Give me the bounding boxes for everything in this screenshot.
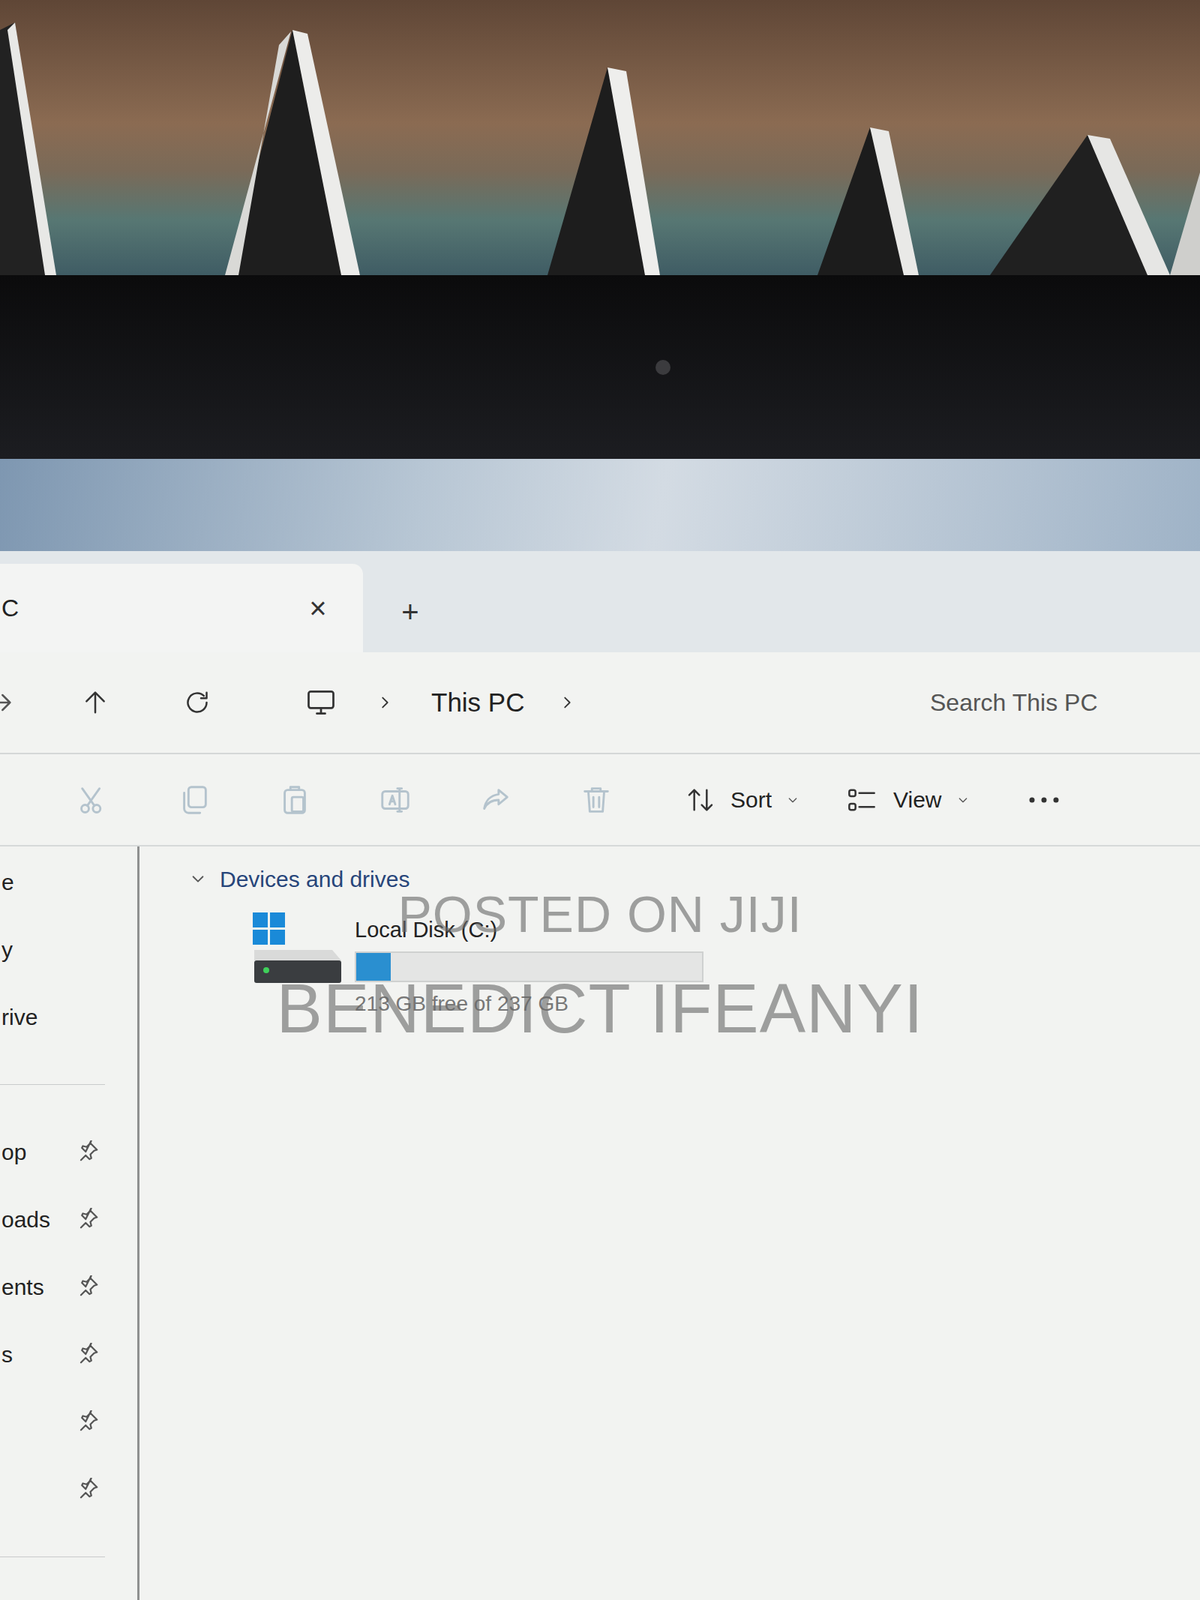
toolbar-action[interactable] <box>244 783 345 818</box>
drive-free-space: 213 GB free of 237 GB <box>354 988 704 1020</box>
sort-label[interactable]: Sort <box>730 783 772 817</box>
sidebar-item[interactable]: rive <box>0 983 138 1051</box>
file-explorer-window: C×+This PCSortVieweyriveopoadsentssDevic… <box>0 551 1200 1600</box>
explorer-tab[interactable]: C× <box>0 564 363 653</box>
sort-button[interactable]: Sort <box>685 783 799 817</box>
toolbar-action[interactable] <box>445 783 546 818</box>
up-arrow-icon[interactable] <box>80 687 111 718</box>
sidebar-item[interactable] <box>0 1455 138 1524</box>
drive-usage-bar <box>354 951 704 983</box>
sidebar-item[interactable]: s <box>0 1320 138 1389</box>
refresh-icon[interactable] <box>182 687 213 718</box>
background-photo <box>0 0 1200 276</box>
drive-tile[interactable]: Local Disk (C:) 213 GB free of 237 GB <box>249 911 1200 1020</box>
toolbar-action[interactable] <box>345 783 446 818</box>
pin-icon[interactable] <box>77 1208 100 1231</box>
pin-icon[interactable] <box>77 1140 100 1164</box>
toolbar-action[interactable] <box>546 783 647 818</box>
share-icon[interactable] <box>478 783 513 818</box>
webcam-icon <box>655 360 671 375</box>
view-icon[interactable] <box>845 785 879 816</box>
copy-icon[interactable] <box>177 783 212 818</box>
nav-separator <box>0 1523 138 1591</box>
sidebar-item-label[interactable]: y <box>1 933 13 967</box>
sidebar-item-label[interactable]: op <box>1 1135 27 1170</box>
group-header[interactable]: Devices and drives <box>189 846 1200 912</box>
search-box[interactable] <box>907 669 1200 737</box>
cut-icon[interactable] <box>76 783 111 818</box>
sidebar-item[interactable]: ents <box>0 1253 138 1321</box>
watermark-text: POSTED ON JIJI <box>397 888 802 940</box>
drive-info: Local Disk (C:) 213 GB free of 237 GB <box>354 911 704 1020</box>
content-pane: Devices and drives Local Disk (C:) 213 GB … <box>139 846 1200 1600</box>
address-bar: This PC <box>0 652 1200 755</box>
expand-chevron-icon[interactable] <box>189 870 207 888</box>
drive-icon[interactable] <box>249 911 348 987</box>
command-bar: Sort View <box>0 754 1200 847</box>
pin-icon[interactable] <box>77 1275 100 1299</box>
search-field[interactable] <box>928 684 1200 722</box>
sidebar-item[interactable]: oads <box>0 1185 138 1254</box>
screen-bezel <box>0 275 1200 459</box>
view-button[interactable]: View <box>845 783 969 817</box>
close-tab-button[interactable]: × <box>295 593 341 624</box>
tab-bar: C×+ <box>0 551 1200 653</box>
sidebar-item-label[interactable]: rive <box>1 1000 38 1035</box>
pin-icon[interactable] <box>77 1343 100 1366</box>
delete-icon[interactable] <box>579 783 614 818</box>
breadcrumb[interactable]: This PC <box>431 683 525 723</box>
toolbar-action[interactable] <box>144 783 245 818</box>
nav-separator <box>0 1050 138 1119</box>
breadcrumb-chevron-icon[interactable] <box>376 694 393 711</box>
dropdown-chevron-icon[interactable] <box>957 794 969 807</box>
sidebar-item-label[interactable]: ents <box>1 1270 45 1305</box>
desktop-wallpaper <box>0 459 1200 552</box>
watermark: POSTED ON JIJI BENEDICT IFEANYI <box>0 888 1200 1044</box>
watermark-text: BENEDICT IFEANYI <box>276 974 924 1044</box>
sidebar-item[interactable]: e <box>0 848 138 916</box>
drive-usage-fill <box>356 953 391 981</box>
drive-name[interactable]: Local Disk (C:) <box>354 914 704 948</box>
forward-arrow-icon[interactable] <box>0 687 15 718</box>
paste-icon[interactable] <box>277 783 312 818</box>
sidebar-item-label[interactable]: s <box>1 1338 13 1372</box>
this-pc-icon[interactable] <box>304 686 338 720</box>
sidebar-item[interactable]: y <box>0 915 138 984</box>
view-label[interactable]: View <box>893 783 942 817</box>
breadcrumb-chevron-icon[interactable] <box>558 694 576 711</box>
tab-title[interactable]: C <box>0 590 19 627</box>
sort-icon[interactable] <box>685 785 716 816</box>
group-label[interactable]: Devices and drives <box>219 862 410 897</box>
sidebar-item-label[interactable]: e <box>1 865 15 900</box>
rename-icon[interactable] <box>378 783 413 818</box>
pin-icon[interactable] <box>77 1410 100 1434</box>
navigation-pane: ey rive op oads ents s <box>0 846 140 1600</box>
more-options-icon[interactable] <box>1027 795 1061 805</box>
explorer-body: ey rive op oads ents s Devices and drives Local… <box>0 846 1200 1600</box>
dropdown-chevron-icon[interactable] <box>786 794 799 807</box>
new-tab-button[interactable]: + <box>387 597 433 627</box>
toolbar-action[interactable] <box>43 783 144 818</box>
pin-icon[interactable] <box>77 1478 100 1501</box>
sidebar-item[interactable] <box>0 1388 138 1456</box>
sidebar-item-label[interactable]: oads <box>1 1203 51 1237</box>
sidebar-item[interactable]: op <box>0 1118 138 1186</box>
